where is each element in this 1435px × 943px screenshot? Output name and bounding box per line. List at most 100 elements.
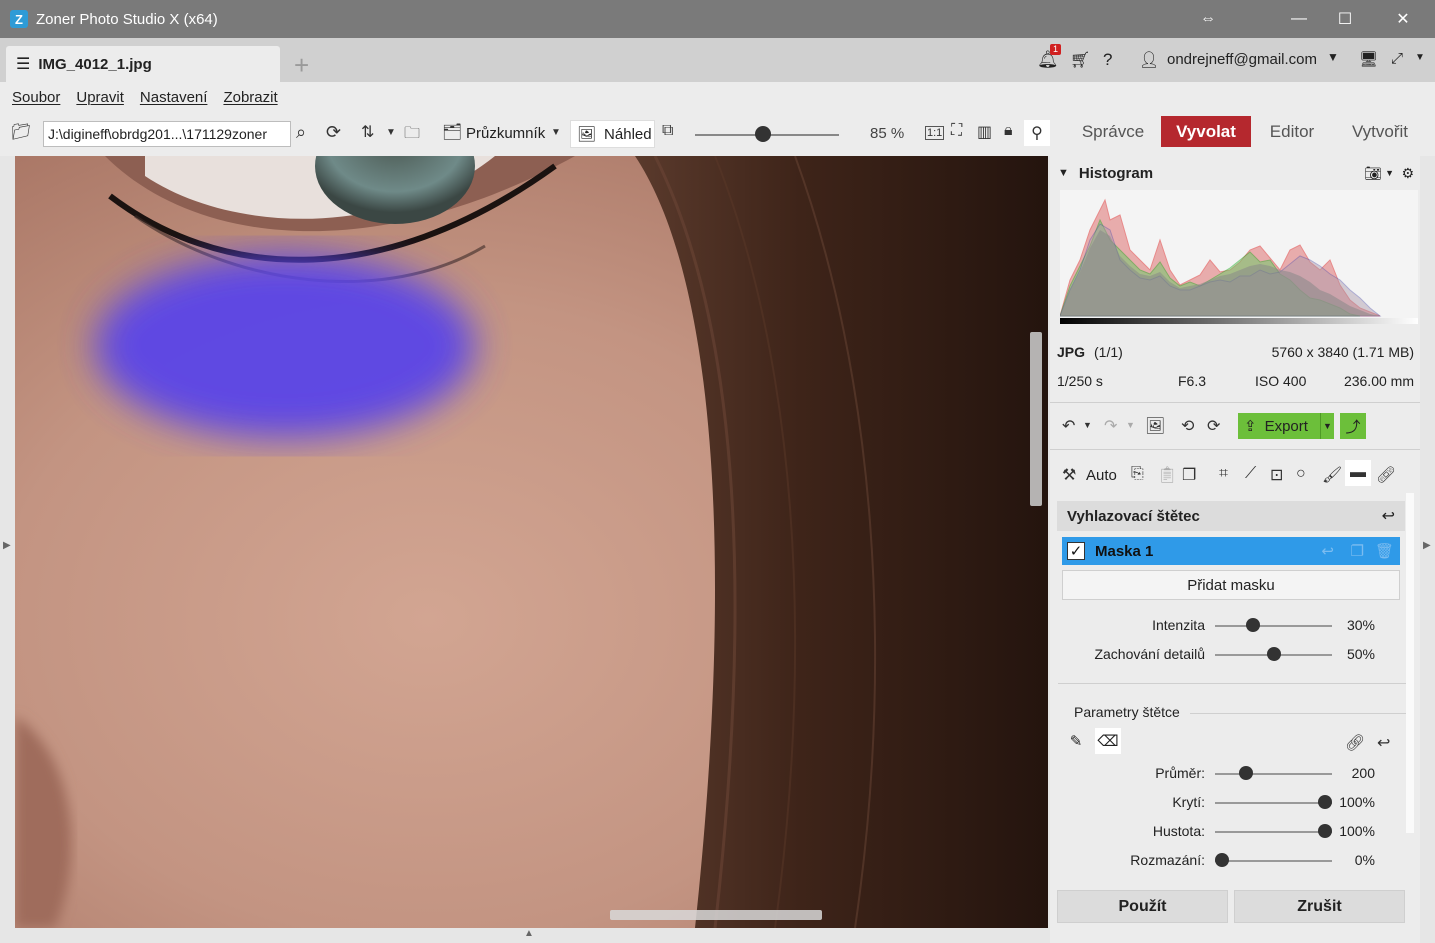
brush-diameter-slider-knob[interactable] xyxy=(1238,766,1253,780)
mask-duplicate-icon[interactable]: ❐ xyxy=(1351,542,1364,560)
add-mask-button[interactable]: Přidat masku xyxy=(1062,570,1400,600)
refresh-icon[interactable]: ⟳ xyxy=(326,122,341,143)
expand-left-arrow-icon[interactable]: ▶ xyxy=(3,540,11,551)
module-tab-manager[interactable]: Správce xyxy=(1073,116,1153,147)
lock-icon[interactable]: 🔒︎ xyxy=(1004,122,1013,140)
menu-file[interactable]: Soubor xyxy=(12,89,60,106)
brush-density-slider-knob[interactable] xyxy=(1318,824,1332,838)
account-dropdown-chevron-icon[interactable]: ▼ xyxy=(1327,50,1339,64)
gradient-filter-icon[interactable]: ⊡ xyxy=(1270,465,1283,485)
brush-icon[interactable]: 🖌︎ xyxy=(1322,465,1342,485)
rotate-right-icon[interactable]: ⟳ xyxy=(1207,416,1220,436)
explorer-label[interactable]: Průzkumník xyxy=(466,125,545,142)
new-tab-plus-icon[interactable]: + xyxy=(294,50,309,81)
apply-button[interactable]: Použít xyxy=(1057,890,1228,923)
menu-edit[interactable]: Upravit xyxy=(76,89,124,106)
auto-button[interactable]: Auto xyxy=(1086,467,1117,484)
brush-opacity-value[interactable]: 100% xyxy=(1332,794,1375,810)
duplicate-icon[interactable]: ❐ xyxy=(1182,465,1196,485)
perspective-icon[interactable]: ⟋ xyxy=(1245,465,1256,483)
histogram-dropdown-chevron-icon[interactable]: ▼ xyxy=(1385,168,1394,178)
reset-brush-icon[interactable]: ↩ xyxy=(1377,733,1390,753)
brush-feather-slider-track[interactable] xyxy=(1215,860,1332,862)
right-collapse-strip[interactable]: ▶ xyxy=(1420,156,1435,943)
open-external-icon[interactable]: ⧉ xyxy=(662,122,673,140)
magic-wand-icon[interactable]: ⚒ xyxy=(1062,465,1076,485)
account-email[interactable]: ondrejneff@gmail.com xyxy=(1167,51,1317,68)
folder-up-icon[interactable]: 📁︎ xyxy=(11,122,31,142)
brush-add-icon[interactable]: ✎ xyxy=(1063,728,1089,754)
menu-settings[interactable]: Nastavení xyxy=(140,89,208,106)
detail-preservation-slider-knob[interactable] xyxy=(1266,647,1281,661)
export-button[interactable]: ⇪ Export ▼ xyxy=(1238,413,1334,439)
monitor-icon[interactable]: 🖥︎ xyxy=(1359,50,1378,68)
rotate-left-icon[interactable]: ⟲ xyxy=(1181,416,1194,436)
actual-size-icon[interactable]: 1:1 xyxy=(925,126,945,140)
share-icon[interactable]: ⤴ xyxy=(1340,413,1366,439)
crop-icon[interactable]: ⌗ xyxy=(1219,465,1228,483)
search-icon[interactable]: ⌕ xyxy=(296,122,306,143)
fullscreen-icon[interactable]: ⤢ xyxy=(1391,50,1403,67)
fit-screen-icon[interactable]: ⛶ xyxy=(951,122,962,140)
copy-settings-icon[interactable]: ⎘ xyxy=(1131,465,1144,483)
bottom-collapse-strip[interactable]: ▲ xyxy=(15,928,1050,943)
resize-arrows-icon[interactable]: ⇔ xyxy=(1185,0,1231,38)
document-tab[interactable]: ☰ IMG_4012_1.jpg xyxy=(6,46,280,82)
collapse-chevron-icon[interactable]: ▼ xyxy=(1058,167,1069,179)
filmstrip-icon[interactable]: ▥ xyxy=(977,122,992,142)
module-tab-develop[interactable]: Vyvolat xyxy=(1161,116,1251,147)
cart-icon[interactable]: 🛒︎ xyxy=(1070,50,1090,70)
preview-button[interactable]: 🖼︎ Náhled xyxy=(570,120,655,148)
camera-icon[interactable]: 📷︎ xyxy=(1364,165,1382,182)
maximize-button[interactable]: ☐ xyxy=(1322,0,1368,38)
histogram-header[interactable]: ▼ Histogram 📷︎ ▼ ⚙ xyxy=(1058,160,1414,186)
photo-canvas[interactable] xyxy=(15,156,1048,928)
help-icon[interactable]: ? xyxy=(1103,50,1112,70)
sort-dropdown-chevron-icon[interactable]: ▼ xyxy=(386,127,396,138)
intensity-slider-track[interactable] xyxy=(1215,625,1332,627)
brush-opacity-slider-knob[interactable] xyxy=(1318,795,1332,809)
left-collapse-strip[interactable]: ▶ xyxy=(0,156,14,943)
fullscreen-dropdown-chevron-icon[interactable]: ▼ xyxy=(1415,52,1425,63)
brush-feather-slider-knob[interactable] xyxy=(1215,853,1229,867)
detail-preservation-value[interactable]: 50% xyxy=(1332,646,1375,662)
module-tab-editor[interactable]: Editor xyxy=(1257,116,1327,147)
link-icon[interactable]: 🔗︎ xyxy=(1345,733,1365,753)
mask-list-item[interactable]: ✓ Maska 1 ↩ ❐ 🗑︎ xyxy=(1062,537,1400,565)
canvas-vertical-scrollbar[interactable] xyxy=(1030,332,1042,506)
sort-icon[interactable]: ⇅ xyxy=(361,122,374,142)
intensity-slider-knob[interactable] xyxy=(1245,618,1260,632)
brush-erase-icon[interactable]: ⌫ xyxy=(1095,728,1121,754)
reset-tool-icon[interactable]: ↩ xyxy=(1382,506,1395,526)
settings-gear-icon[interactable]: ⚙ xyxy=(1401,165,1414,182)
expand-bottom-arrow-icon[interactable]: ▲ xyxy=(524,928,534,939)
undo-icon[interactable]: ↶ xyxy=(1062,416,1075,436)
brush-opacity-slider-track[interactable] xyxy=(1215,802,1332,804)
brush-diameter-slider-track[interactable] xyxy=(1215,773,1332,775)
brush-density-slider-track[interactable] xyxy=(1215,831,1332,833)
minimize-button[interactable]: — xyxy=(1276,0,1322,38)
mask-delete-icon[interactable]: 🗑︎ xyxy=(1375,542,1394,560)
smoothing-brush-icon[interactable]: ▬ xyxy=(1345,460,1371,486)
brush-diameter-value[interactable]: 200 xyxy=(1332,765,1375,781)
path-field[interactable]: J:\digineff\obrdg201...\171129zoner xyxy=(43,121,291,147)
explorer-dropdown-chevron-icon[interactable]: ▼ xyxy=(551,127,561,138)
close-button[interactable]: ✕ xyxy=(1380,0,1426,38)
paste-settings-icon[interactable]: 📋︎ xyxy=(1157,465,1177,485)
mask-visibility-checkbox[interactable]: ✓ xyxy=(1067,542,1085,560)
healing-icon[interactable]: 🩹︎ xyxy=(1376,465,1396,485)
module-tab-create[interactable]: Vytvořit xyxy=(1338,116,1422,147)
mask-reset-icon[interactable]: ↩ xyxy=(1321,542,1334,560)
redo-dropdown-chevron-icon[interactable]: ▼ xyxy=(1126,420,1135,430)
export-dropdown-chevron-icon[interactable]: ▼ xyxy=(1320,413,1334,439)
zoom-slider-knob[interactable] xyxy=(755,126,772,142)
loupe-icon[interactable]: ⚲ xyxy=(1024,120,1050,146)
panel-scrollbar[interactable] xyxy=(1406,493,1414,833)
redo-icon[interactable]: ↷ xyxy=(1104,416,1117,436)
brush-density-value[interactable]: 100% xyxy=(1332,823,1375,839)
expand-right-arrow-icon[interactable]: ▶ xyxy=(1423,540,1431,551)
canvas-horizontal-scrollbar[interactable] xyxy=(610,910,822,920)
undo-dropdown-chevron-icon[interactable]: ▼ xyxy=(1083,420,1092,430)
new-folder-icon[interactable]: 🗀 xyxy=(404,122,420,149)
menu-view[interactable]: Zobrazit xyxy=(223,89,277,106)
